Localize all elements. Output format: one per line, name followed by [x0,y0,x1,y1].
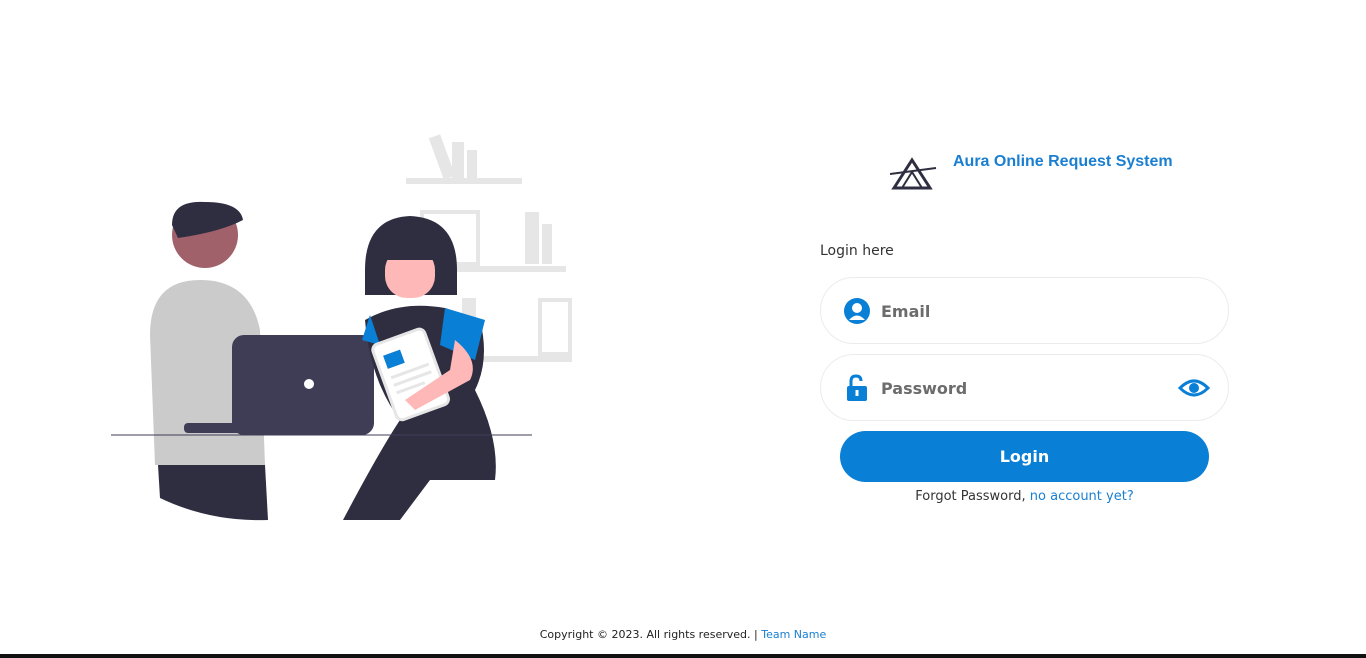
triangle-logo-icon [889,154,938,190]
bottom-bar [0,654,1366,658]
unlock-icon [843,374,871,402]
password-field[interactable] [820,354,1229,421]
footer: Copyright © 2023. All rights reserved. |… [0,628,1366,641]
login-heading: Login here [820,243,894,259]
password-input[interactable] [881,375,1161,401]
team-link[interactable]: Team Name [761,628,826,641]
email-input[interactable] [881,298,1161,324]
signup-link[interactable]: no account yet? [1030,489,1134,504]
email-field[interactable] [820,277,1229,344]
copyright-text: Copyright © 2023. All rights reserved. | [539,628,758,641]
account-links: Forgot Password, no account yet? [820,489,1229,504]
hero-illustration [100,120,580,530]
brand-header: Aura Online Request System [889,150,1190,190]
user-circle-icon [843,297,871,325]
login-button[interactable]: Login [840,431,1209,482]
forgot-password-link[interactable]: Forgot Password, [915,489,1025,504]
brand-name: Aura Online Request System [953,153,1173,170]
eye-icon[interactable] [1177,375,1211,401]
